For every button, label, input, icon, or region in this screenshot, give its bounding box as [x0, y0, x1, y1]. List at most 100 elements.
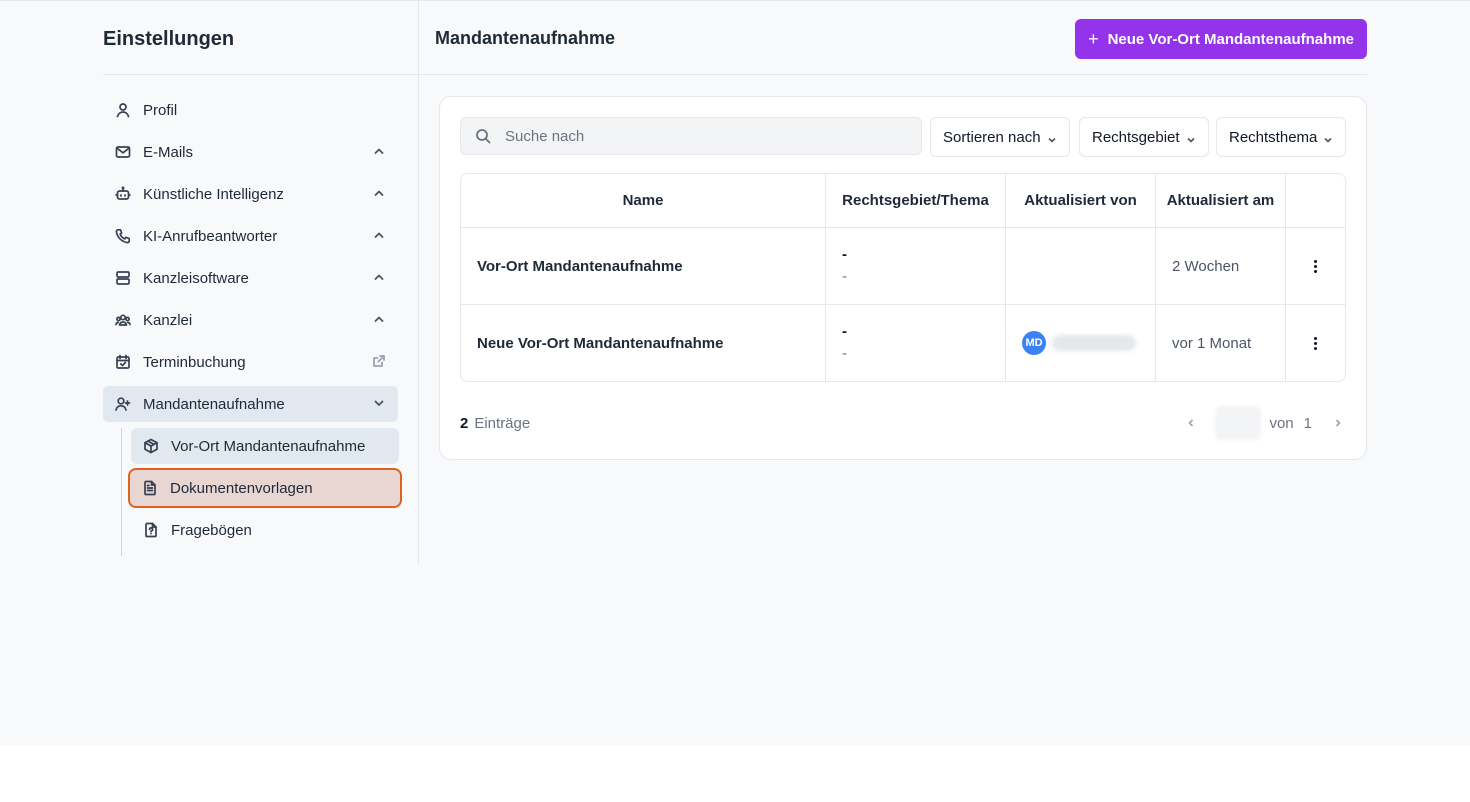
row-area: -	[842, 246, 847, 263]
column-header-updated-by[interactable]: Aktualisiert von	[1006, 174, 1156, 227]
entry-count-value: 2	[460, 415, 469, 432]
page-header: Mandantenaufnahme + Neue Vor-Ort Mandant…	[419, 1, 1367, 75]
mandantenaufnahme-submenu: Vor-Ort Mandantenaufnahme Dokumentenvorl…	[121, 428, 402, 556]
chevron-down-icon	[372, 396, 386, 410]
team-icon	[115, 312, 131, 328]
redacted-user-name	[1052, 335, 1136, 351]
user-plus-icon	[115, 396, 131, 412]
sidebar-subitem-dokumentenvorlagen[interactable]: Dokumentenvorlagen	[128, 468, 402, 508]
row-topic: -	[842, 345, 847, 362]
main-content: Mandantenaufnahme + Neue Vor-Ort Mandant…	[419, 1, 1367, 460]
sidebar-item-kanzlei[interactable]: Kanzlei	[103, 302, 398, 338]
entry-count-label: Einträge	[474, 415, 531, 432]
settings-sidebar: Einstellungen Profil E-Mails Künstliche …	[103, 1, 419, 564]
user-icon	[115, 102, 131, 118]
sidebar-subitem-frageboegen[interactable]: Fragebögen	[131, 512, 399, 548]
row-updated-by	[1006, 228, 1156, 304]
chevron-up-icon	[372, 186, 386, 200]
chevron-up-icon	[372, 144, 386, 158]
chevron-right-icon[interactable]	[1328, 413, 1348, 433]
mail-icon	[115, 144, 131, 160]
page-number-input[interactable]	[1215, 406, 1262, 440]
sidebar-item-mandantenaufnahme[interactable]: Mandantenaufnahme	[103, 386, 398, 422]
table-header-row: Name Rechtsgebiet/Thema Aktualisiert von…	[461, 174, 1345, 228]
rechtsgebiet-filter-label: Rechtsgebiet	[1092, 128, 1180, 146]
new-intake-button[interactable]: + Neue Vor-Ort Mandantenaufnahme	[1075, 19, 1367, 59]
row-updated-at: vor 1 Monat	[1156, 305, 1286, 381]
table-row[interactable]: Neue Vor-Ort Mandantenaufnahme - - MD vo…	[461, 305, 1345, 381]
sidebar-item-label: Profil	[143, 101, 178, 119]
chevron-up-icon	[372, 270, 386, 284]
chevron-down-icon	[1186, 132, 1196, 143]
sidebar-item-label: Terminbuchung	[143, 353, 246, 371]
rechtsthema-filter[interactable]: Rechtsthema	[1216, 117, 1347, 157]
sidebar-subitem-vor-ort[interactable]: Vor-Ort Mandantenaufnahme	[131, 428, 399, 464]
file-text-icon	[142, 480, 158, 496]
settings-nav: Profil E-Mails Künstliche Intelligenz KI…	[103, 75, 418, 556]
column-header-name[interactable]: Name	[461, 174, 826, 227]
plus-icon: +	[1088, 29, 1099, 49]
row-topic: -	[842, 268, 847, 285]
chevron-down-icon	[1047, 132, 1057, 143]
bot-icon	[115, 186, 131, 202]
sidebar-item-label: KI-Anrufbeantworter	[143, 227, 278, 245]
calendar-check-icon	[115, 354, 131, 370]
row-area-topic: - -	[826, 305, 1006, 381]
search-icon	[476, 129, 491, 144]
search-input[interactable]	[505, 127, 905, 145]
sidebar-item-label: Mandantenaufnahme	[143, 395, 285, 413]
pagination-of-label: von	[1269, 414, 1294, 432]
row-updated-by: MD	[1006, 305, 1156, 381]
row-name[interactable]: Vor-Ort Mandantenaufnahme	[461, 228, 826, 304]
intake-table: Name Rechtsgebiet/Thema Aktualisiert von…	[460, 173, 1346, 382]
server-icon	[115, 270, 131, 286]
external-link-icon	[372, 354, 386, 368]
sidebar-item-ki-anrufbeantworter[interactable]: KI-Anrufbeantworter	[103, 218, 398, 254]
pagination: von 1	[1181, 406, 1348, 440]
row-name[interactable]: Neue Vor-Ort Mandantenaufnahme	[461, 305, 826, 381]
new-intake-button-label: Neue Vor-Ort Mandantenaufnahme	[1107, 30, 1354, 48]
sidebar-subitem-label: Fragebögen	[171, 521, 252, 539]
app-window: Einstellungen Profil E-Mails Künstliche …	[0, 0, 1470, 745]
row-actions	[1286, 305, 1345, 381]
table-row[interactable]: Vor-Ort Mandantenaufnahme - - 2 Wochen	[461, 228, 1345, 305]
sidebar-item-label: E-Mails	[143, 143, 194, 161]
sidebar-item-label: Kanzleisoftware	[143, 269, 249, 287]
chevron-up-icon	[372, 312, 386, 326]
search-box[interactable]	[460, 117, 922, 155]
sort-dropdown-label: Sortieren nach	[943, 128, 1041, 146]
row-updated-at: 2 Wochen	[1156, 228, 1286, 304]
intake-list-card: Sortieren nach Rechtsgebiet Rechtsthema …	[439, 96, 1367, 460]
chevron-up-icon	[372, 228, 386, 242]
column-header-updated-at[interactable]: Aktualisiert am	[1156, 174, 1286, 227]
entry-count: 2 Einträge	[460, 415, 530, 432]
sidebar-item-kanzleisoftware[interactable]: Kanzleisoftware	[103, 260, 398, 296]
row-area: -	[842, 323, 847, 340]
row-actions	[1286, 228, 1345, 304]
chevron-down-icon	[1323, 132, 1333, 143]
chevron-left-icon[interactable]	[1181, 413, 1201, 433]
pagination-total: 1	[1303, 414, 1312, 432]
rechtsgebiet-filter[interactable]: Rechtsgebiet	[1079, 117, 1209, 157]
sidebar-subitem-label: Dokumentenvorlagen	[170, 479, 313, 497]
rechtsthema-filter-label: Rechtsthema	[1229, 128, 1318, 146]
more-vertical-icon[interactable]	[1314, 259, 1317, 273]
sidebar-item-label: Künstliche Intelligenz	[143, 185, 284, 203]
sidebar-item-terminbuchung[interactable]: Terminbuchung	[103, 344, 398, 380]
sidebar-item-label: Kanzlei	[143, 311, 193, 329]
sidebar-item-ki[interactable]: Künstliche Intelligenz	[103, 176, 398, 212]
more-vertical-icon[interactable]	[1314, 336, 1317, 350]
package-icon	[143, 438, 159, 454]
sidebar-item-profil[interactable]: Profil	[103, 92, 398, 128]
sort-dropdown[interactable]: Sortieren nach	[930, 117, 1070, 157]
sidebar-title: Einstellungen	[103, 1, 418, 75]
phone-icon	[115, 228, 131, 244]
file-question-icon	[143, 522, 159, 538]
sidebar-item-emails[interactable]: E-Mails	[103, 134, 398, 170]
column-header-area[interactable]: Rechtsgebiet/Thema	[826, 174, 1006, 227]
sidebar-subitem-label: Vor-Ort Mandantenaufnahme	[171, 437, 366, 455]
page-title: Mandantenaufnahme	[435, 28, 616, 48]
row-area-topic: - -	[826, 228, 1006, 304]
avatar: MD	[1022, 331, 1046, 355]
column-header-actions	[1286, 174, 1345, 227]
